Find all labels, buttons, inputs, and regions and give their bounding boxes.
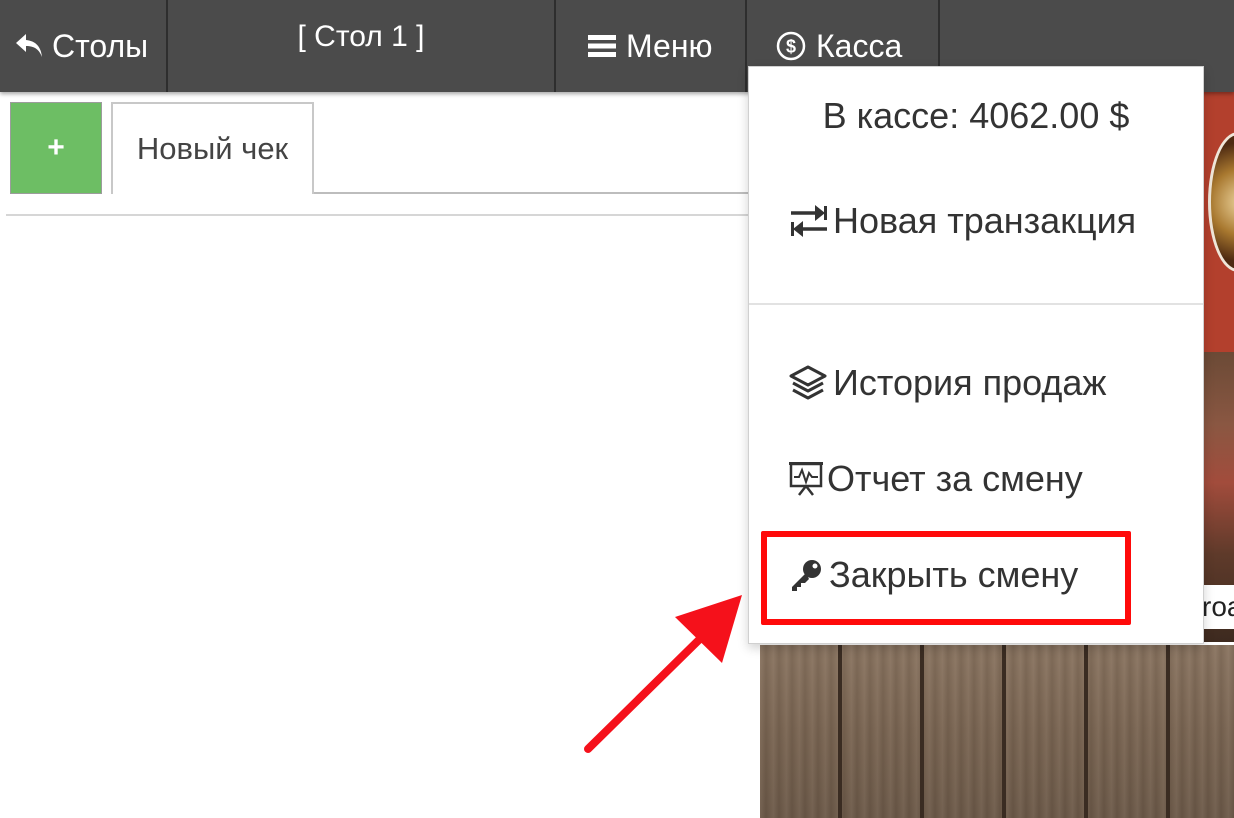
product-tile-image[interactable]	[1200, 92, 1234, 352]
topbar-separator	[554, 0, 556, 92]
sales-history-item[interactable]: История продаж	[789, 362, 1106, 404]
add-check-button[interactable]: +	[10, 102, 102, 194]
svg-text:$: $	[786, 37, 796, 57]
sales-history-label: История продаж	[833, 362, 1107, 403]
cash-label: Касса	[816, 27, 903, 64]
tab-new-check[interactable]: Новый чек	[111, 102, 314, 194]
tables-label: Столы	[52, 27, 149, 64]
exchange-icon	[789, 202, 833, 240]
new-transaction-item[interactable]: Новая транзакция	[789, 200, 1136, 242]
highlight-box	[761, 531, 1131, 625]
shift-report-label: Отчет за смену	[827, 458, 1083, 499]
hamburger-icon	[588, 34, 616, 58]
tab-bar-divider	[314, 192, 754, 194]
wood-background	[760, 645, 1234, 818]
pointer-arrow-icon	[580, 585, 750, 760]
content-divider	[6, 214, 754, 216]
tab-label: Новый чек	[136, 131, 289, 166]
menu-button[interactable]: Меню	[588, 0, 738, 92]
food-plate-image	[1208, 132, 1234, 272]
topbar-separator	[745, 0, 747, 92]
table-title-text: [ Стол 1 ]	[297, 20, 425, 53]
product-tile-caption: roa	[1200, 585, 1234, 629]
layers-icon	[789, 365, 833, 401]
menu-divider	[749, 303, 1203, 305]
cash-balance: В кассе: 4062.00 $	[822, 95, 1130, 136]
chart-board-icon	[789, 461, 827, 497]
tables-button[interactable]: Столы	[14, 0, 164, 92]
menu-label: Меню	[626, 27, 713, 64]
dollar-circle-icon: $	[776, 31, 806, 61]
undo-arrow-icon	[14, 31, 44, 61]
new-transaction-label: Новая транзакция	[833, 200, 1137, 241]
table-title[interactable]: [ Стол 1 ]	[168, 0, 554, 92]
shift-report-item[interactable]: Отчет за смену	[789, 458, 1083, 500]
